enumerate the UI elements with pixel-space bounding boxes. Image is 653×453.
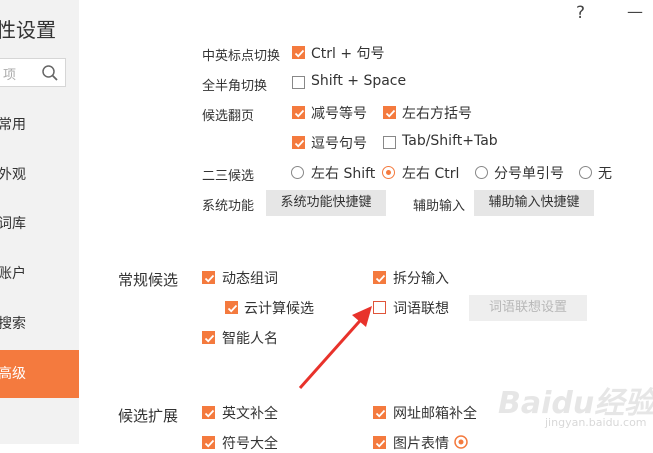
minus-equal-checkbox[interactable] — [292, 106, 305, 119]
english-complete-option: 英文补全 — [222, 406, 278, 422]
comma-period-option: 逗号句号 — [311, 136, 367, 152]
english-complete-checkbox[interactable] — [202, 406, 215, 419]
assist-hotkey-button[interactable]: 辅助输入快捷键 — [474, 190, 594, 216]
half-full-option: Shift + Space — [311, 73, 407, 89]
comma-period-checkbox[interactable] — [292, 136, 305, 149]
sidebar-item-common[interactable]: 常用 — [0, 101, 79, 149]
page-turn-label: 候选翻页 — [202, 109, 255, 124]
sidebar-item-label: 账户 — [0, 266, 26, 282]
check-icon — [294, 109, 305, 118]
sidebar-item-label: 词库 — [0, 216, 26, 232]
left-right-shift-radio[interactable] — [291, 166, 304, 179]
cn-en-punct-option: Ctrl + 句号 — [311, 46, 385, 62]
semicolon-quote-radio[interactable] — [475, 166, 488, 179]
check-icon — [375, 274, 386, 283]
semicolon-quote-option: 分号单引号 — [494, 166, 564, 182]
half-full-checkbox[interactable] — [292, 76, 305, 89]
minimize-button[interactable]: — — [627, 2, 643, 21]
sidebar-item-search[interactable]: 搜索 — [0, 300, 79, 348]
dynamic-words-option: 动态组词 — [222, 271, 278, 287]
sidebar-item-label: 高级 — [0, 366, 26, 382]
brackets-checkbox[interactable] — [383, 106, 396, 119]
split-input-checkbox[interactable] — [373, 271, 386, 284]
settings-title: 性设置 — [0, 18, 56, 42]
search-icon[interactable] — [41, 64, 59, 82]
split-input-option: 拆分输入 — [393, 271, 449, 287]
left-right-shift-option: 左右 Shift — [311, 166, 376, 182]
general-candidates-title: 常规候选 — [118, 271, 179, 289]
sidebar-item-label: 常用 — [0, 117, 26, 133]
sidebar-item-dictionary[interactable]: 词库 — [0, 200, 79, 248]
minus-equal-option: 减号等号 — [311, 106, 367, 122]
url-email-complete-checkbox[interactable] — [373, 406, 386, 419]
check-icon — [204, 409, 215, 418]
image-emoji-checkbox[interactable] — [373, 436, 386, 449]
tab-checkbox[interactable] — [383, 136, 396, 149]
sidebar-item-label: 外观 — [0, 167, 26, 183]
cn-en-punct-label: 中英标点切换 — [202, 49, 281, 64]
brackets-option: 左右方括号 — [402, 106, 472, 122]
system-function-label: 系统功能 — [202, 199, 255, 214]
assist-input-label: 辅助输入 — [413, 199, 466, 214]
image-emoji-option: 图片表情 — [393, 436, 449, 452]
half-full-label: 全半角切换 — [202, 79, 268, 94]
dynamic-words-checkbox[interactable] — [202, 271, 215, 284]
url-email-complete-option: 网址邮箱补全 — [393, 406, 477, 422]
search-box[interactable]: 项 — [0, 58, 66, 87]
cn-en-punct-checkbox[interactable] — [292, 46, 305, 59]
smart-names-option: 智能人名 — [222, 331, 278, 347]
check-icon — [294, 139, 305, 148]
check-icon — [385, 109, 396, 118]
sidebar-item-advanced[interactable]: 高级 — [0, 350, 79, 398]
annotation-arrow-icon — [298, 306, 372, 389]
sidebar-item-account[interactable]: 账户 — [0, 250, 79, 298]
help-button[interactable]: ? — [576, 3, 585, 23]
emoji-info-icon[interactable] — [454, 435, 468, 449]
check-icon — [375, 409, 386, 418]
word-association-settings-button[interactable]: 词语联想设置 — [469, 295, 587, 321]
smart-names-checkbox[interactable] — [202, 331, 215, 344]
none-option: 无 — [598, 166, 612, 182]
left-right-ctrl-option: 左右 Ctrl — [402, 166, 460, 182]
check-icon — [294, 49, 305, 58]
cloud-candidate-checkbox[interactable] — [225, 301, 238, 314]
search-placeholder: 项 — [3, 68, 17, 83]
none-radio[interactable] — [579, 166, 592, 179]
watermark-url: jingyan.baidu.com — [545, 416, 647, 429]
check-icon — [204, 274, 215, 283]
sidebar: 性设置 项 常用 外观 词库 账户 搜索 高级 — [0, 0, 79, 444]
check-icon — [204, 334, 215, 343]
sidebar-item-label: 搜索 — [0, 316, 26, 332]
sidebar-item-appearance[interactable]: 外观 — [0, 151, 79, 199]
check-icon — [227, 304, 238, 313]
symbols-checkbox[interactable] — [202, 436, 215, 449]
tab-option: Tab/Shift+Tab — [402, 133, 498, 149]
left-right-ctrl-radio[interactable] — [382, 166, 395, 179]
system-hotkey-button[interactable]: 系统功能快捷键 — [266, 190, 386, 216]
symbols-option: 符号大全 — [222, 436, 278, 452]
second-third-label: 二三候选 — [202, 169, 255, 184]
candidate-extension-title: 候选扩展 — [118, 407, 179, 425]
word-association-option: 词语联想 — [393, 301, 449, 317]
